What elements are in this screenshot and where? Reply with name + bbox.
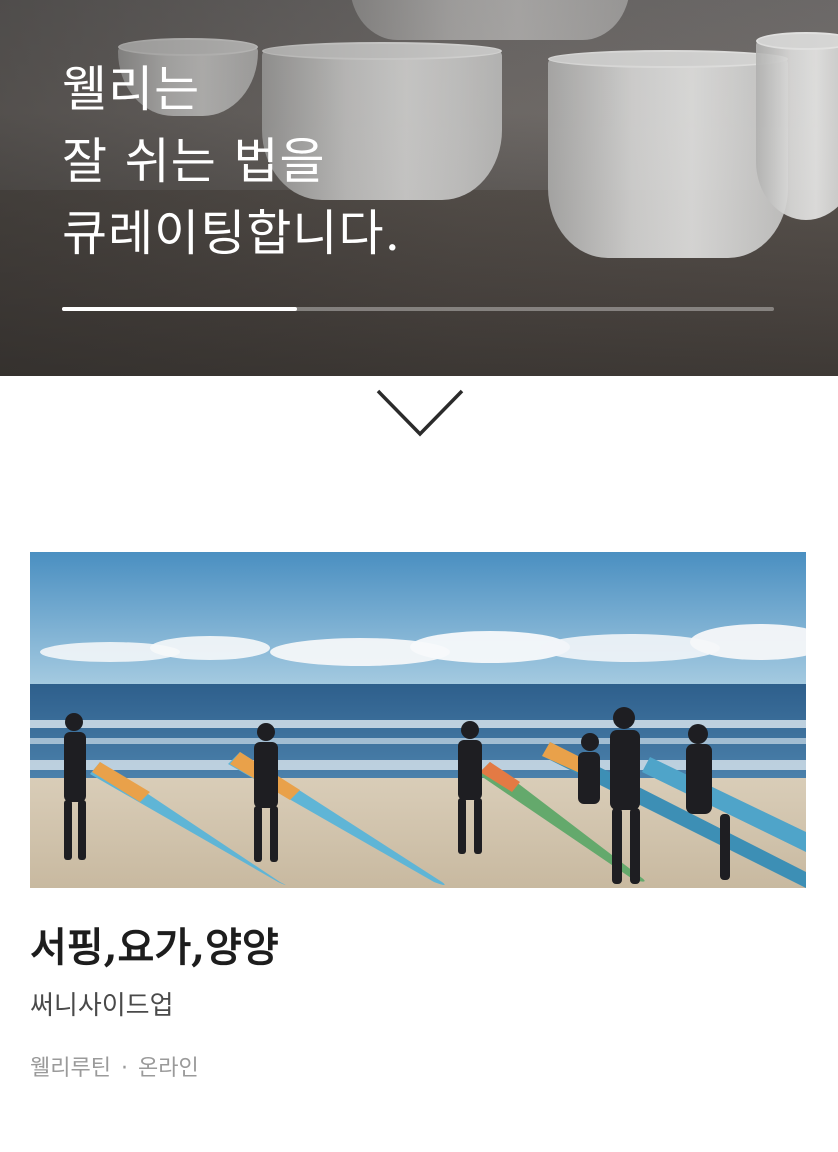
hero-banner[interactable]: 웰리는 잘 쉬는 법을 큐레이팅합니다.: [0, 0, 838, 376]
program-card-title[interactable]: 서핑,요가,양양: [30, 915, 279, 973]
hero-title-line-3: 큐레이팅합니다.: [62, 205, 402, 262]
hero-title-line-2: 잘 쉬는 법을: [62, 133, 326, 190]
hero-title: 웰리는 잘 쉬는 법을 큐레이팅합니다.: [62, 54, 401, 270]
surfers-on-beach-image: [30, 552, 806, 888]
scroll-down-button[interactable]: [376, 388, 464, 438]
program-card-subtitle: 써니사이드업: [30, 991, 174, 1021]
hero-slide-progress-fill: [62, 307, 297, 311]
hero-title-line-1: 웰리는: [62, 61, 201, 118]
chevron-down-icon: [376, 389, 464, 437]
hero-slide-progress: [62, 307, 774, 311]
meta-separator: ·: [120, 1056, 128, 1081]
program-card-image[interactable]: [30, 552, 806, 888]
program-card-meta: 웰리루틴 · 온라인: [30, 1050, 199, 1082]
program-card-category: 웰리루틴: [30, 1056, 111, 1081]
program-card-type: 온라인: [137, 1056, 199, 1081]
program-card[interactable]: [30, 552, 806, 888]
